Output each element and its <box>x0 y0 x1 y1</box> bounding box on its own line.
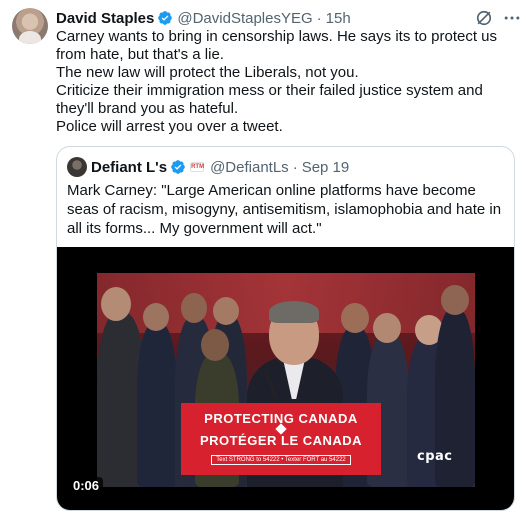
quoted-tweet[interactable]: Defiant L's RTM @DefiantLs · Sep 19 Mark… <box>56 146 515 511</box>
verified-badge-icon <box>171 160 185 174</box>
tweet-header: David Staples @DavidStaplesYEG · 15h <box>56 8 351 28</box>
video-duration: 0:06 <box>69 477 104 495</box>
grok-icon[interactable] <box>474 8 494 28</box>
more-options-icon[interactable] <box>502 8 522 28</box>
tweet-timestamp[interactable]: 15h <box>326 10 351 27</box>
video-frame: PROTECTING CANADA PROTÉGER LE CANADA Tex… <box>97 273 475 487</box>
quoted-author-name[interactable]: Defiant L's <box>91 159 167 176</box>
broadcaster-logo: cpac <box>417 449 453 464</box>
quoted-author-handle[interactable]: @DefiantLs <box>210 159 289 176</box>
tweet[interactable]: David Staples @DavidStaplesYEG · 15h Car… <box>0 0 526 514</box>
background-person <box>137 323 177 487</box>
tweet-line: Carney wants to bring in censorship laws… <box>56 28 498 63</box>
speaker-hair <box>269 301 319 323</box>
author-avatar[interactable] <box>12 8 48 44</box>
background-person-head <box>143 303 169 331</box>
quoted-tweet-header: Defiant L's RTM @DefiantLs · Sep 19 <box>67 157 349 177</box>
podium-text-strip: Text STRONG to 54222 • Texter FORT au 54… <box>211 455 351 465</box>
verified-badge-icon <box>158 11 173 25</box>
podium-sign: PROTECTING CANADA PROTÉGER LE CANADA Tex… <box>181 403 381 475</box>
background-person-head <box>101 287 131 321</box>
tweet-line: Criticize their immigration mess or thei… <box>56 82 483 117</box>
tweet-text: Carney wants to bring in censorship laws… <box>56 28 516 136</box>
background-person-head <box>341 303 369 333</box>
background-person-head <box>373 313 401 343</box>
background-person-head <box>441 285 469 315</box>
affiliate-badge[interactable]: RTM <box>190 162 205 172</box>
podium-line-french: PROTÉGER LE CANADA <box>199 433 363 448</box>
background-person-head <box>201 329 229 361</box>
video-player[interactable]: PROTECTING CANADA PROTÉGER LE CANADA Tex… <box>57 247 514 510</box>
background-person-head <box>181 293 207 323</box>
author-handle[interactable]: @DavidStaplesYEG <box>177 10 312 27</box>
header-separator: · <box>316 9 322 27</box>
tweet-line: The new law will protect the Liberals, n… <box>56 64 359 81</box>
quoted-tweet-text: Mark Carney: "Large American online plat… <box>67 182 502 237</box>
quoted-tweet-timestamp[interactable]: Sep 19 <box>302 159 350 176</box>
background-person-head <box>213 297 239 325</box>
quoted-header-separator: · <box>292 158 298 176</box>
author-name[interactable]: David Staples <box>56 10 154 27</box>
quoted-author-avatar[interactable] <box>67 157 87 177</box>
tweet-line: Police will arrest you over a tweet. <box>56 118 283 135</box>
